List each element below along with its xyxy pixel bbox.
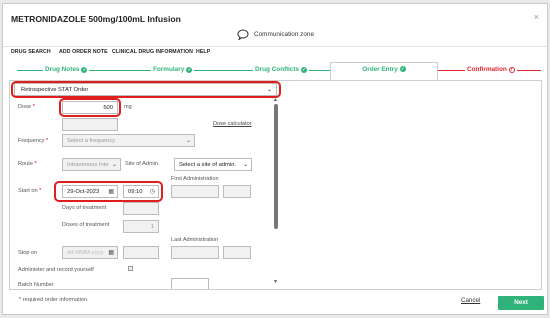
frequency-select[interactable]: Select a frequency ⌄ (62, 134, 195, 147)
communication-zone[interactable]: Communication zone (237, 29, 314, 40)
frequency-placeholder: Select a frequency (67, 138, 116, 144)
step-drug-notes[interactable]: Drug Notes ✓ (43, 66, 90, 73)
dose-label: Dose * (18, 104, 35, 110)
warning-icon: ! (508, 66, 515, 73)
check-icon: ✓ (186, 66, 193, 73)
route-select[interactable]: Intravenous Inte ⌄ (62, 158, 121, 171)
batch-number-label: Batch Number (18, 282, 54, 288)
first-admin-date-field (171, 185, 219, 198)
dose-calculator-link[interactable]: Dose calculator (213, 121, 252, 127)
speech-bubble-icon (237, 29, 249, 40)
dose-secondary-field (62, 118, 118, 131)
cancel-button[interactable]: Cancel (461, 297, 480, 304)
dialog-title: METRONIDAZOLE 500mg/100mL Infusion (11, 14, 181, 24)
order-entry-panel: Retrospective STAT Order ⌄ Dose * 500 mg… (9, 80, 542, 290)
chevron-down-icon: ⌄ (242, 162, 248, 168)
last-admin-date-field (171, 246, 219, 259)
scroll-up-icon[interactable]: ▲ (273, 97, 278, 103)
step-drug-notes-label: Drug Notes (45, 66, 80, 73)
menu-help[interactable]: HELP (196, 49, 210, 55)
step-confirmation[interactable]: Confirmation ! (465, 66, 517, 73)
administer-record-label: Administer and record yourself (18, 267, 94, 273)
check-icon: ✓ (81, 66, 88, 73)
step-order-entry-label: Order Entry (362, 66, 398, 73)
days-of-treatment-input[interactable] (123, 202, 159, 215)
wizard-steps: Drug Notes ✓ Formulary ✓ Drug Conflicts … (3, 62, 547, 80)
start-on-label: Start on * (18, 188, 42, 194)
site-of-admin-select[interactable]: Select a site of admin. ⌄ (174, 158, 252, 171)
doses-of-treatment-label: Doses of treatment (62, 222, 110, 228)
days-of-treatment-label: Days of treatment (62, 205, 107, 211)
site-of-admin-label: Site of Admin. (125, 161, 160, 167)
route-value: Intravenous Inte (67, 162, 109, 168)
menu-add-order-note[interactable]: ADD ORDER NOTE (59, 49, 108, 55)
check-icon: ✓ (399, 66, 406, 72)
batch-number-input[interactable] (171, 278, 209, 289)
stop-date-placeholder: dd-MMM-yyyy (67, 250, 104, 256)
menu-clinical-drug-information[interactable]: CLINICAL DRUG INFORMATION (112, 49, 193, 55)
scroll-down-icon[interactable]: ▼ (273, 279, 278, 285)
chevron-down-icon: ⌄ (111, 162, 117, 168)
first-administration-label: First Administration (171, 176, 219, 182)
communication-zone-label: Communication zone (254, 31, 315, 38)
site-of-admin-placeholder: Select a site of admin. (179, 162, 237, 168)
required-note: * required order information. (19, 297, 89, 303)
last-administration-label: Last Administration (171, 237, 219, 243)
step-drug-conflicts-label: Drug Conflicts (255, 66, 300, 73)
highlight-start-on (54, 181, 163, 202)
last-admin-time-field (223, 246, 251, 259)
check-icon: ✓ (301, 66, 308, 73)
chevron-down-icon: ⌄ (185, 138, 191, 144)
highlight-order-type (11, 81, 281, 98)
next-button[interactable]: Next (498, 296, 544, 310)
route-label: Route * (18, 161, 37, 167)
first-admin-time-field (223, 185, 251, 198)
dose-unit: mg (124, 104, 132, 110)
step-order-entry[interactable]: Order Entry ✓ (330, 62, 438, 80)
step-formulary[interactable]: Formulary ✓ (151, 66, 195, 73)
order-dialog: METRONIDAZOLE 500mg/100mL Infusion × Com… (2, 3, 548, 315)
step-drug-conflicts[interactable]: Drug Conflicts ✓ (253, 66, 310, 73)
doses-of-treatment-input[interactable]: 1 (123, 220, 159, 233)
calendar-icon[interactable]: ▦ (108, 249, 114, 256)
stop-on-label: Stop on (18, 250, 38, 256)
menu-bar: DRUG SEARCH ADD ORDER NOTE CLINICAL DRUG… (3, 46, 547, 58)
highlight-dose (59, 98, 121, 117)
menu-drug-search[interactable]: DRUG SEARCH (11, 49, 51, 55)
step-formulary-label: Formulary (153, 66, 185, 73)
stop-time-input[interactable] (123, 246, 159, 259)
step-confirmation-label: Confirmation (467, 66, 507, 73)
frequency-label: Frequency * (18, 138, 49, 144)
scrollbar-thumb[interactable] (274, 104, 278, 229)
close-icon[interactable]: × (534, 12, 539, 22)
stop-date-input[interactable]: dd-MMM-yyyy ▦ (62, 246, 118, 259)
administer-record-checkbox[interactable] (128, 266, 133, 271)
